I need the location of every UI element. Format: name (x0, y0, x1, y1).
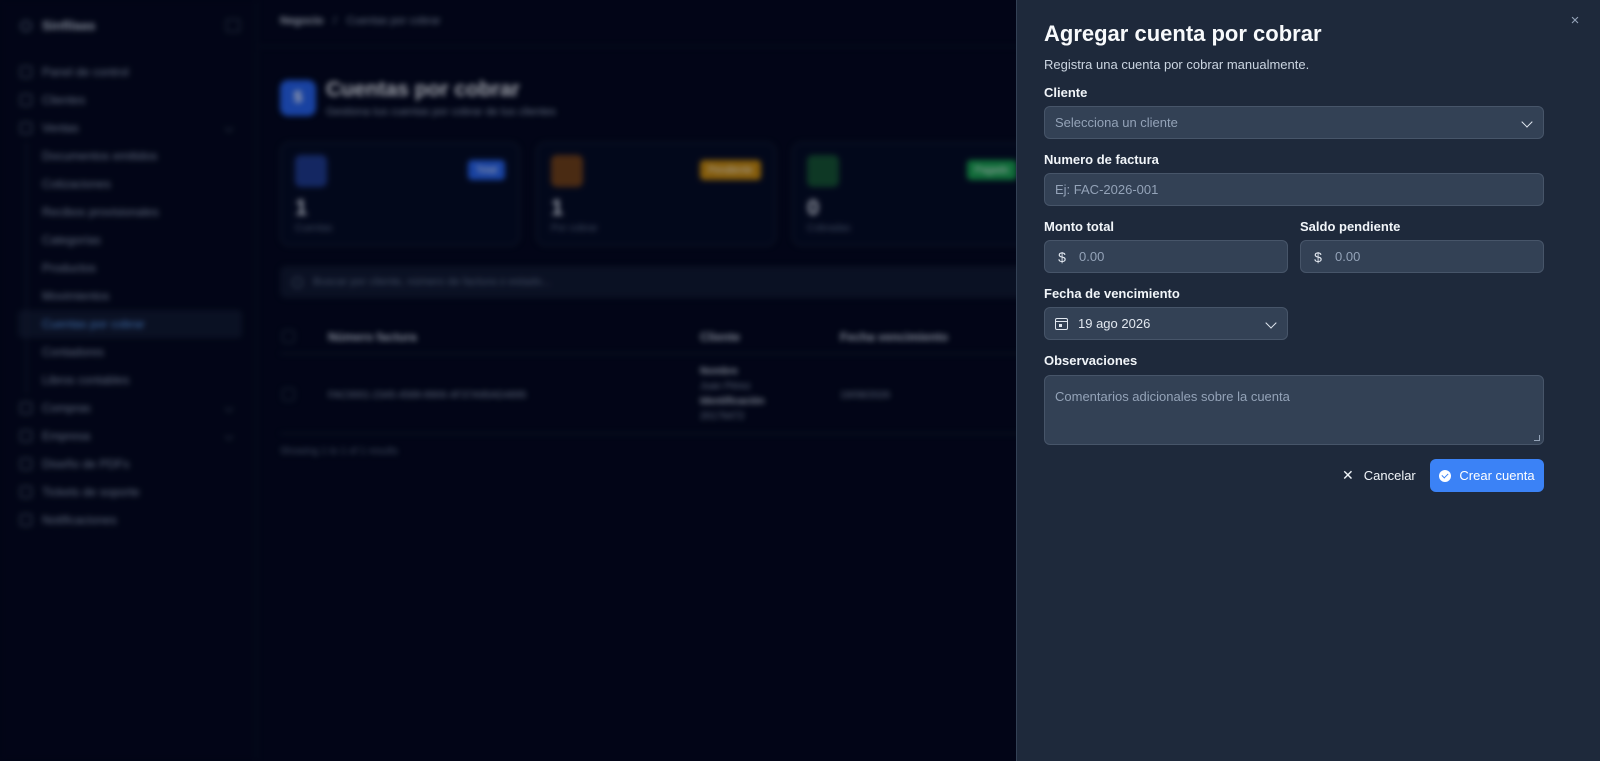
factura-label: Numero de factura (1044, 152, 1159, 167)
cancel-label: Cancelar (1363, 468, 1416, 483)
saldo-placeholder: 0.00 (1335, 249, 1361, 264)
check-circle-icon (1439, 469, 1452, 482)
factura-input[interactable]: Ej: FAC-2026-001 (1044, 173, 1544, 206)
observaciones-textarea[interactable]: Comentarios adicionales sobre la cuenta (1044, 375, 1544, 445)
cancel-button[interactable]: ✕ Cancelar (1342, 459, 1416, 492)
fecha-label: Fecha de vencimiento (1044, 286, 1180, 301)
cliente-placeholder: Selecciona un cliente (1055, 115, 1178, 130)
calendar-icon (1055, 317, 1068, 330)
drawer-title: Agregar cuenta por cobrar (1044, 21, 1322, 46)
saldo-input[interactable]: $ 0.00 (1300, 240, 1544, 273)
fecha-picker[interactable]: 19 ago 2026 (1044, 307, 1288, 340)
dollar-icon: $ (1314, 248, 1322, 265)
observaciones-placeholder: Comentarios adicionales sobre la cuenta (1055, 389, 1290, 404)
add-receivable-drawer: × Agregar cuenta por cobrar Registra una… (1016, 0, 1600, 761)
create-account-button[interactable]: Crear cuenta (1430, 459, 1544, 492)
cliente-label: Cliente (1044, 85, 1088, 100)
dollar-icon: $ (1058, 248, 1066, 265)
drawer-subtitle: Registra una cuenta por cobrar manualmen… (1044, 57, 1310, 72)
close-icon[interactable]: × (1568, 13, 1582, 28)
create-label: Crear cuenta (1459, 468, 1535, 483)
observaciones-label: Observaciones (1044, 353, 1138, 368)
monto-input[interactable]: $ 0.00 (1044, 240, 1288, 273)
resize-handle-icon[interactable] (1534, 435, 1540, 441)
monto-placeholder: 0.00 (1079, 249, 1105, 264)
cliente-select[interactable]: Selecciona un cliente (1044, 106, 1544, 139)
saldo-label: Saldo pendiente (1300, 219, 1401, 234)
chevron-down-icon (1265, 317, 1277, 329)
chevron-down-icon (1521, 116, 1533, 128)
factura-placeholder: Ej: FAC-2026-001 (1055, 182, 1159, 197)
monto-label: Monto total (1044, 219, 1115, 234)
close-icon: ✕ (1342, 467, 1354, 483)
fecha-value: 19 ago 2026 (1078, 316, 1151, 331)
